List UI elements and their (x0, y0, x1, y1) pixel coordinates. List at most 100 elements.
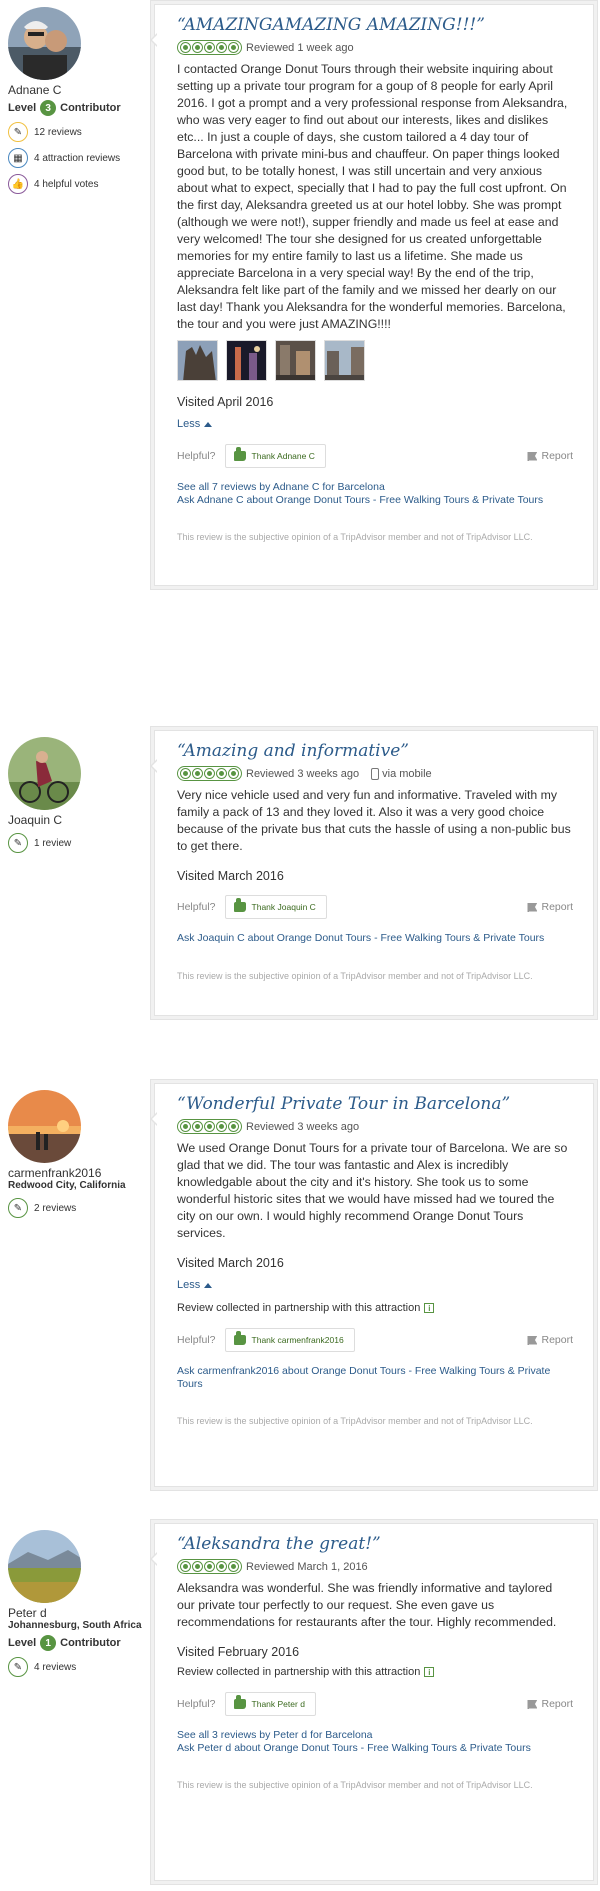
review-disclaimer: This review is the subjective opinion of… (177, 1416, 533, 1426)
review-title[interactable]: “Wonderful Private Tour in Barcelona” (177, 1093, 573, 1115)
thank-button[interactable]: Thank Joaquin C (224, 895, 327, 919)
stat-text: 4 attraction reviews (34, 152, 121, 164)
rating-line: Reviewed 3 weeks ago (177, 1119, 573, 1134)
member-name[interactable]: Joaquin C (8, 813, 153, 827)
member-info: Joaquin C ✎ 1 review (8, 737, 153, 853)
rating-line: Reviewed 3 weeks ago via mobile (177, 766, 573, 781)
collected-note: Review collected in partnership with thi… (177, 1666, 573, 1678)
member-info: Adnane C Level 3 Contributor ✎ 12 reviews… (8, 7, 153, 194)
visited-date: Visited March 2016 (177, 869, 284, 883)
helpful-label: Helpful? (177, 1698, 216, 1710)
bubble-icon (192, 42, 203, 53)
level-badge: 1 (40, 1635, 57, 1651)
review-photo[interactable] (275, 340, 316, 381)
helpful-row: Helpful? Thank carmenfrank2016 Report (177, 1328, 573, 1352)
review-card: “Aleksandra the great!” Reviewed March 1… (150, 1523, 594, 1881)
review-date: Reviewed 1 week ago (246, 41, 354, 54)
avatar[interactable] (8, 737, 81, 810)
thank-button[interactable]: Thank Peter d (224, 1692, 316, 1716)
member-location: Redwood City, California (8, 1180, 126, 1191)
less-toggle[interactable]: Less (177, 1279, 573, 1291)
report-link[interactable]: Report (527, 1698, 573, 1710)
bubble-icon (228, 42, 239, 53)
rating-bubbles (177, 40, 242, 55)
bubble-icon (204, 42, 215, 53)
thank-label: Thank Peter d (251, 1699, 305, 1709)
report-label: Report (541, 1698, 573, 1710)
member-location: Johannesburg, South Africa (8, 1620, 142, 1631)
info-icon[interactable]: i (424, 1667, 435, 1677)
contributor-label: Contributor (60, 1637, 121, 1649)
report-link[interactable]: Report (527, 1334, 573, 1346)
stat-helpful-votes: 👍 4 helpful votes (8, 174, 153, 194)
bubble-icon (216, 42, 227, 53)
report-link[interactable]: Report (527, 901, 573, 913)
thumbs-up-icon (233, 447, 246, 461)
less-label: Less (177, 1279, 201, 1291)
bubble-icon (192, 1561, 203, 1572)
review-date: Reviewed March 1, 2016 (246, 1560, 368, 1573)
info-icon[interactable]: i (424, 1303, 435, 1313)
bubble-icon (216, 1561, 227, 1572)
visited-date: Visited March 2016 (177, 1256, 284, 1270)
collected-text: Review collected in partnership with thi… (177, 1666, 421, 1678)
review-photo[interactable] (324, 340, 365, 381)
see-all-reviews-link[interactable]: See all 7 reviews by Adnane C for Barcel… (177, 481, 573, 494)
bubble-icon (216, 1121, 227, 1132)
helpful-row: Helpful? Thank Joaquin C Report (177, 895, 573, 919)
bubble-icon (180, 1561, 191, 1572)
stat-reviews: ✎ 1 review (8, 833, 153, 853)
stat-reviews: ✎ 2 reviews (8, 1198, 153, 1218)
stat-text: 1 review (34, 837, 72, 849)
review-links: Ask Joaquin C about Orange Donut Tours -… (177, 932, 573, 945)
review-photo[interactable] (226, 340, 267, 381)
review-photo[interactable] (177, 340, 218, 381)
ask-member-link[interactable]: Ask Adnane C about Orange Donut Tours - … (177, 494, 573, 507)
pencil-icon: ✎ (8, 833, 28, 853)
bubble-icon (192, 768, 203, 779)
ask-member-link[interactable]: Ask carmenfrank2016 about Orange Donut T… (177, 1365, 573, 1390)
member-level: Level 3 Contributor (8, 100, 153, 116)
report-link[interactable]: Report (527, 450, 573, 462)
see-all-reviews-link[interactable]: See all 3 reviews by Peter d for Barcelo… (177, 1729, 573, 1742)
avatar[interactable] (8, 1090, 81, 1163)
review-links: Ask carmenfrank2016 about Orange Donut T… (177, 1365, 573, 1390)
pencil-icon: ✎ (8, 1657, 28, 1677)
review-links: See all 7 reviews by Adnane C for Barcel… (177, 481, 573, 506)
member-name[interactable]: Adnane C (8, 83, 153, 97)
review-disclaimer: This review is the subjective opinion of… (177, 970, 533, 981)
bubble-icon (204, 1561, 215, 1572)
flag-icon (527, 451, 538, 461)
ask-member-link[interactable]: Ask Joaquin C about Orange Donut Tours -… (177, 932, 573, 945)
caret-up-icon (204, 421, 213, 427)
review-title[interactable]: “AMAZINGAMAZING AMAZING!!!” (177, 14, 573, 36)
flag-icon (527, 1335, 538, 1345)
review-links: See all 3 reviews by Peter d for Barcelo… (177, 1729, 573, 1754)
member-level: Level 1 Contributor (8, 1635, 153, 1651)
bubble-icon (180, 42, 191, 53)
report-label: Report (541, 450, 573, 462)
helpful-row: Helpful? Thank Adnane C Report (177, 444, 573, 468)
helpful-label: Helpful? (177, 901, 216, 913)
member-name[interactable]: Peter d (8, 1606, 153, 1620)
flag-icon (527, 902, 538, 912)
avatar[interactable] (8, 1530, 81, 1603)
thank-button[interactable]: Thank Adnane C (224, 444, 326, 468)
thank-button[interactable]: Thank carmenfrank2016 (224, 1328, 355, 1352)
rating-line: Reviewed March 1, 2016 (177, 1559, 573, 1574)
thank-label: Thank Adnane C (251, 451, 315, 461)
bubble-icon (228, 768, 239, 779)
ask-member-link[interactable]: Ask Peter d about Orange Donut Tours - F… (177, 1742, 573, 1755)
stat-text: 12 reviews (34, 126, 82, 138)
stat-attraction-reviews: ▦ 4 attraction reviews (8, 148, 153, 168)
report-label: Report (541, 1334, 573, 1346)
review-title[interactable]: “Amazing and informative” (177, 740, 573, 762)
via-label: via mobile (382, 767, 432, 780)
member-name[interactable]: carmenfrank2016 (8, 1166, 153, 1180)
avatar[interactable] (8, 7, 81, 80)
review-title[interactable]: “Aleksandra the great!” (177, 1533, 573, 1555)
thumbs-up-icon (233, 1331, 246, 1345)
review-body: I contacted Orange Donut Tours through t… (177, 62, 568, 331)
helpful-row: Helpful? Thank Peter d Report (177, 1692, 573, 1716)
less-toggle[interactable]: Less (177, 418, 573, 430)
